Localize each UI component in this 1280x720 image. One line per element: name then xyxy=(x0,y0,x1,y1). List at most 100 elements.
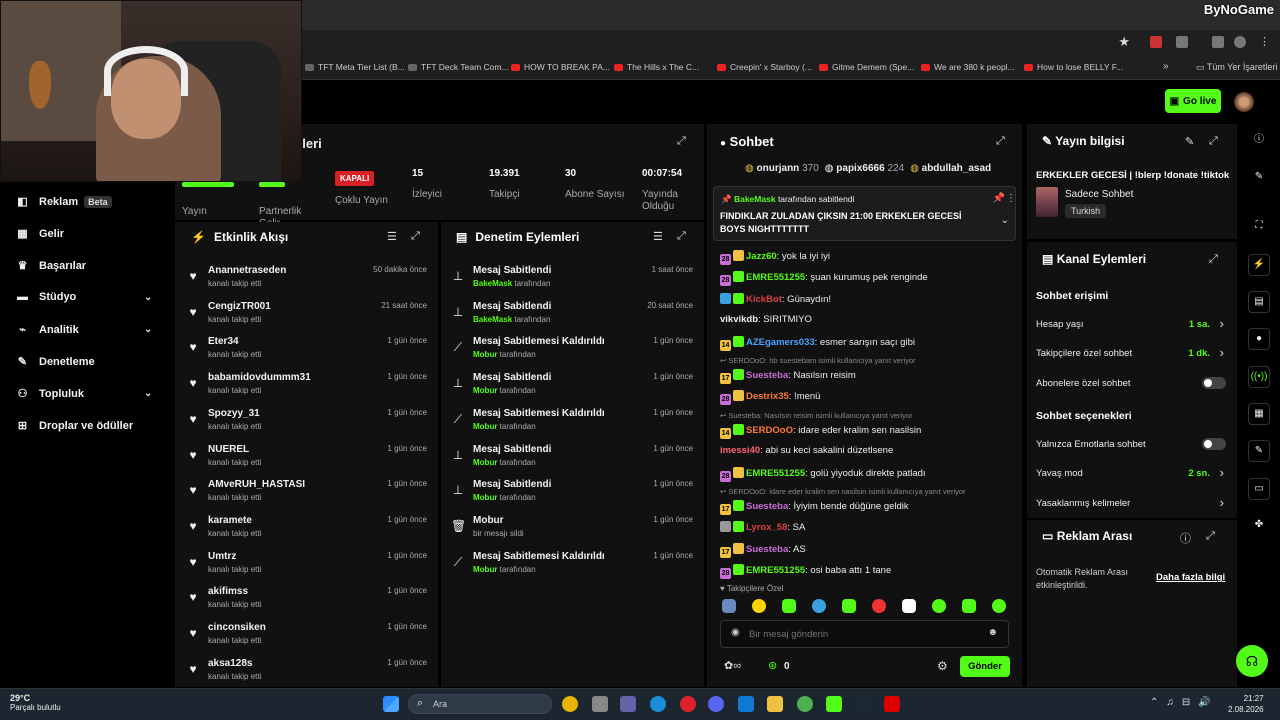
moderator-name[interactable]: Mobur xyxy=(473,458,497,467)
settings-gear-icon[interactable]: ⚙ xyxy=(937,659,948,673)
extension-icon[interactable] xyxy=(1150,36,1162,48)
chevron-right-icon[interactable]: › xyxy=(1220,465,1224,480)
teams-icon[interactable] xyxy=(620,696,636,712)
edge-icon[interactable] xyxy=(650,696,666,712)
profile-icon[interactable] xyxy=(1234,36,1246,48)
toggle-switch[interactable] xyxy=(1202,438,1226,450)
emote-icon[interactable] xyxy=(782,599,796,613)
leaderboard-entry[interactable]: ◍ abdullah_asad xyxy=(910,163,991,174)
expand-icon[interactable]: ⤢ xyxy=(677,135,686,148)
chat-username[interactable]: EMRE551255 xyxy=(746,272,805,283)
expand-icon[interactable]: ⤢ xyxy=(1206,530,1215,543)
expand-icon[interactable]: ⤢ xyxy=(677,230,686,243)
expand-icon[interactable]: ⤢ xyxy=(1209,253,1218,266)
pin-action-icon[interactable]: 📌 xyxy=(993,193,1005,204)
setting-row[interactable]: Yavaş mod 2 sn. › xyxy=(1036,465,1226,480)
emote-icon[interactable] xyxy=(812,599,826,613)
weather-widget[interactable]: 29°C Parçalı bulutlu xyxy=(10,693,61,712)
bookmark-item[interactable]: Creepin' x Starboy (... xyxy=(717,62,812,72)
expand-icon[interactable]: ⤢ xyxy=(1209,135,1218,148)
badge-icon[interactable]: ◉ xyxy=(731,627,740,638)
discord-icon[interactable] xyxy=(708,696,724,712)
chevron-right-icon[interactable]: › xyxy=(1220,316,1224,331)
follower-name[interactable]: CengizTR001 xyxy=(208,301,271,312)
emote-icon[interactable] xyxy=(722,599,736,613)
document-icon[interactable]: ▤ xyxy=(1248,291,1270,313)
emoji-icon[interactable]: ☻ xyxy=(987,627,998,638)
emote-icon[interactable] xyxy=(962,599,976,613)
wrench-icon[interactable]: ✎ xyxy=(1248,440,1270,462)
chat-username[interactable]: KickBot xyxy=(746,294,782,305)
chevron-down-icon[interactable]: ⌄ xyxy=(144,292,152,303)
setting-row[interactable]: Abonelere özel sohbet xyxy=(1036,376,1226,389)
chat-username[interactable]: Suesteba xyxy=(746,370,788,381)
follower-name[interactable]: babamidovdummm31 xyxy=(208,372,311,383)
pencil-icon[interactable]: ✎ xyxy=(1248,167,1270,189)
bookmark-item[interactable]: We are 380 k peopl... xyxy=(921,62,1015,72)
leaderboard-entry[interactable]: ◍ onurjann 370 xyxy=(745,163,819,174)
emote-icon[interactable] xyxy=(872,599,886,613)
clock[interactable]: 21:27 2.08.2026 xyxy=(1228,693,1264,715)
kick-app-icon[interactable] xyxy=(826,696,842,712)
follower-name[interactable]: Anannetraseden xyxy=(208,265,286,276)
windows-start-icon[interactable] xyxy=(383,696,399,712)
media-icon[interactable] xyxy=(1212,36,1224,48)
emote-icon[interactable] xyxy=(992,599,1006,613)
sidebar-item-droplar-ve-d-ller[interactable]: ⊞ Droplar ve ödüller xyxy=(16,419,133,433)
edit-icon[interactable]: ✎ xyxy=(1185,135,1194,148)
steam-icon[interactable] xyxy=(855,696,871,712)
emote-icon[interactable] xyxy=(902,599,916,613)
moderator-name[interactable]: Mobur xyxy=(473,493,497,502)
expand-icon[interactable]: ⤢ xyxy=(996,135,1005,148)
monitor-icon[interactable]: ▭ xyxy=(1248,478,1270,500)
bookmark-item[interactable]: TFT Deck Team Com... xyxy=(408,62,509,72)
system-tray[interactable]: ⌃♫⊟🔊 xyxy=(1150,697,1219,708)
youtube-icon[interactable] xyxy=(884,696,900,712)
setting-row[interactable]: Takipçilere özel sohbet 1 dk. › xyxy=(1036,345,1226,360)
bookmark-star-icon[interactable]: ★ xyxy=(1118,34,1130,50)
taskbar-search[interactable]: ⌕ Ara xyxy=(408,694,552,714)
follower-name[interactable]: cinconsiken xyxy=(208,622,266,633)
folder-icon[interactable] xyxy=(767,696,783,712)
store-icon[interactable] xyxy=(592,696,608,712)
stats-icon[interactable]: ▦ xyxy=(1248,403,1270,425)
points-icon[interactable]: ⊛ xyxy=(768,659,777,672)
info-icon[interactable]: ⓘ xyxy=(1180,530,1191,546)
chrome-alt-icon[interactable] xyxy=(797,696,813,712)
moderator-name[interactable]: Mobur xyxy=(473,350,497,359)
chat-username[interactable]: Destrix35 xyxy=(746,391,789,402)
info-icon[interactable]: ⓘ xyxy=(1248,130,1270,152)
setting-row[interactable]: Yalnızca Emotlarla sohbet xyxy=(1036,438,1226,450)
add-widget-icon[interactable]: ✤ xyxy=(1248,515,1270,537)
filter-icon[interactable]: ☰ xyxy=(387,230,397,243)
extensions-puzzle-icon[interactable] xyxy=(1176,36,1188,48)
broadcast-icon[interactable]: ((•)) xyxy=(1248,366,1270,388)
chat-input[interactable] xyxy=(749,627,989,641)
follower-name[interactable]: Eter34 xyxy=(208,336,239,347)
support-headset-icon[interactable]: ☊ xyxy=(1236,645,1268,677)
moderator-name[interactable]: Mobur xyxy=(473,422,497,431)
chat-username[interactable]: AZEgamers033 xyxy=(746,337,815,348)
moderator-name[interactable]: Mobur xyxy=(473,565,497,574)
bookmarks-overflow-icon[interactable]: » xyxy=(1163,61,1169,72)
chat-username[interactable]: EMRE551255 xyxy=(746,468,805,479)
expand-icon[interactable]: ⤢ xyxy=(411,230,420,243)
chat-username[interactable]: vikvikdb xyxy=(720,314,758,325)
chevron-right-icon[interactable]: › xyxy=(1220,345,1224,360)
go-live-button[interactable]: ▣ Go live xyxy=(1165,89,1221,113)
sidebar-item-st-dyo[interactable]: ▬ Stüdyo ⌄ xyxy=(16,291,152,303)
filter-icon[interactable]: ☰ xyxy=(653,230,663,243)
moderator-name[interactable]: BakeMask xyxy=(473,315,512,324)
follower-name[interactable]: akifimss xyxy=(208,586,248,597)
chat-username[interactable]: Suesteba xyxy=(746,501,788,512)
bookmark-item[interactable]: The Hills x The C... xyxy=(614,62,699,72)
emote-icon[interactable] xyxy=(752,599,766,613)
pinned-message[interactable]: 📌 BakeMask tarafından sabitlendi 📌 ⋮ FIN… xyxy=(713,186,1016,241)
chat-username[interactable]: Jazz60 xyxy=(746,251,777,262)
avatar[interactable] xyxy=(1234,92,1254,112)
chevron-down-icon[interactable]: ⌄ xyxy=(1001,215,1009,226)
chat-username[interactable]: Suesteba xyxy=(746,544,788,555)
moderator-name[interactable]: BakeMask xyxy=(473,279,512,288)
follower-name[interactable]: Umtrz xyxy=(208,551,236,562)
sidebar-item-denetleme[interactable]: ✎ Denetleme xyxy=(16,355,95,369)
